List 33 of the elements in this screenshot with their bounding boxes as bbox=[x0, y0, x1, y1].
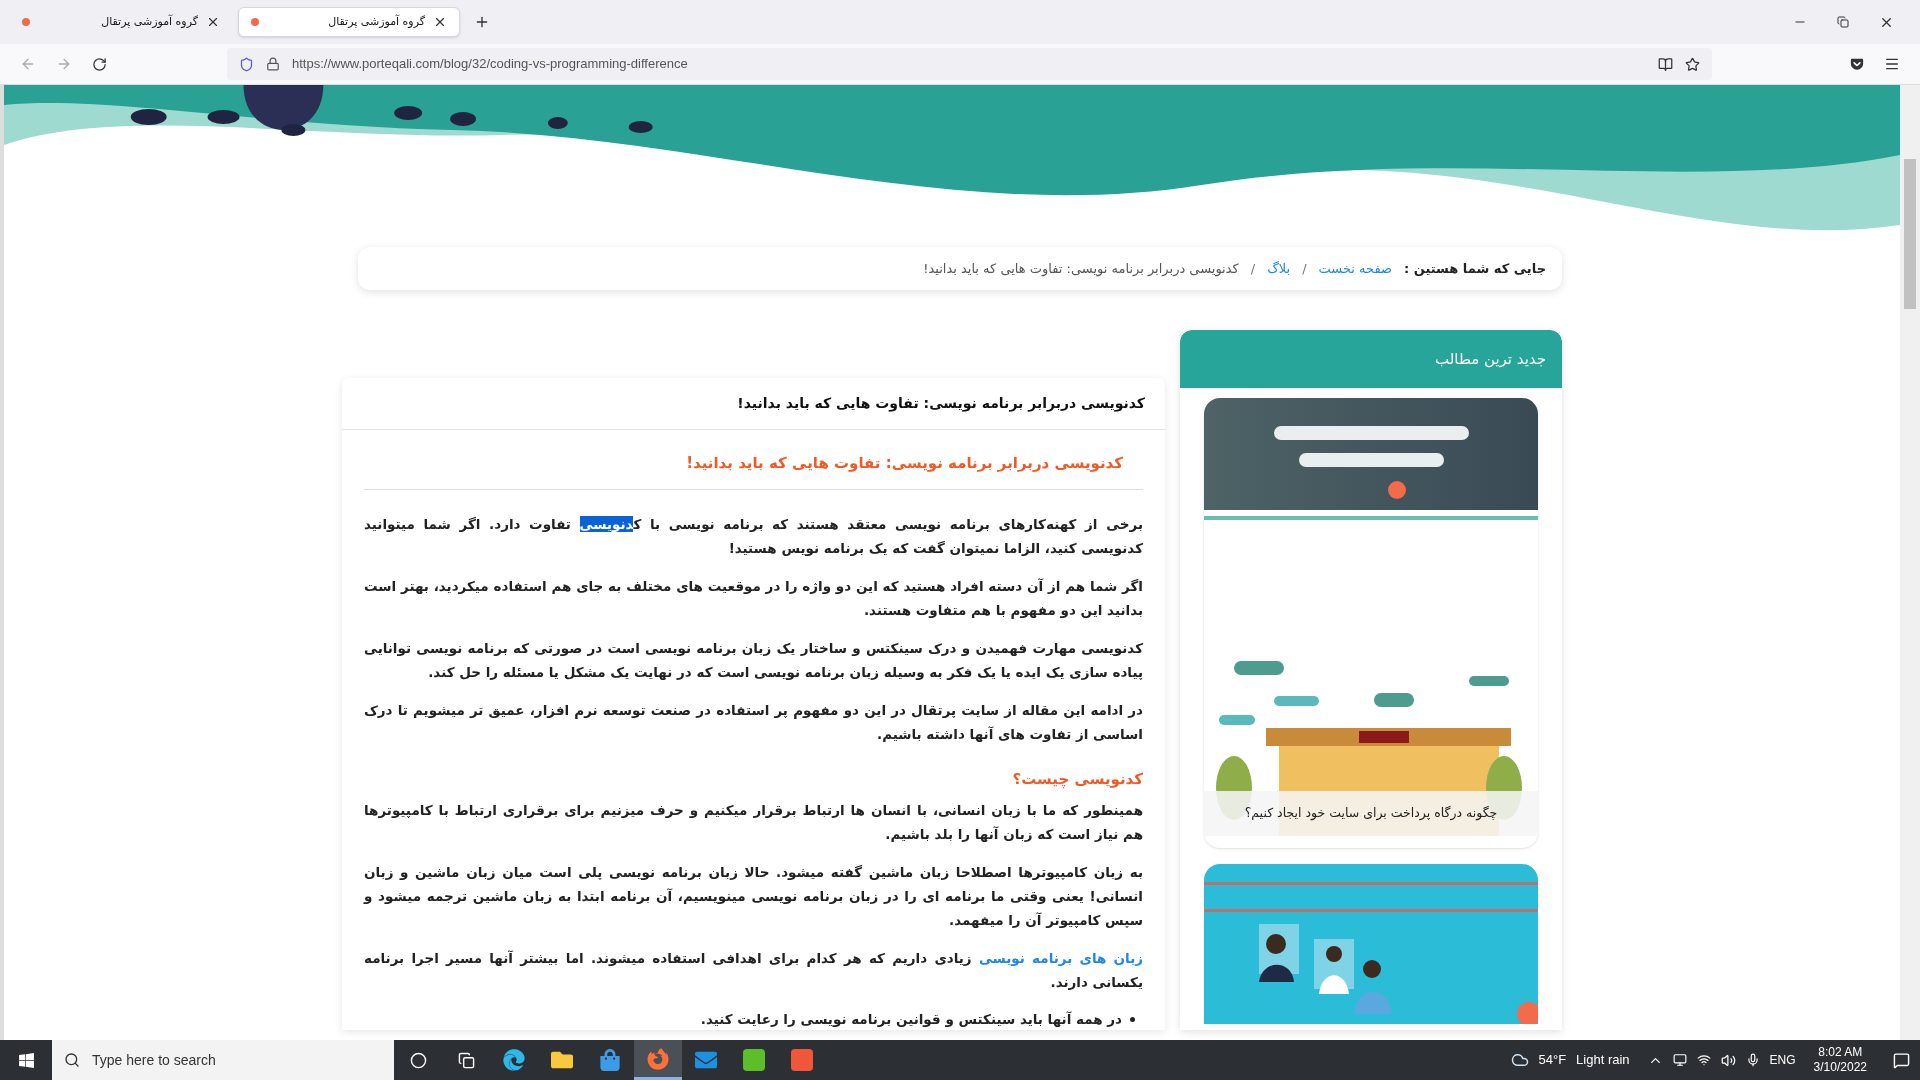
clock-date: 3/10/2022 bbox=[1813, 1060, 1867, 1075]
address-field[interactable]: https://www.porteqali.com/blog/32/coding-vs-programming-difference bbox=[227, 48, 1712, 80]
taskbar-search-field[interactable]: Type here to search bbox=[52, 1040, 394, 1080]
language-indicator[interactable]: ENG bbox=[1769, 1051, 1796, 1069]
post-caption: چگونه درگاه پرداخت برای سایت خود ایجاد کنیم؟ bbox=[1244, 804, 1498, 823]
breadcrumb-label: جایی که شما هستین : bbox=[1404, 259, 1546, 278]
browser-tab[interactable]: گروه آموزشی پرتقال bbox=[238, 7, 460, 37]
breadcrumb-link[interactable]: صفحه نخست bbox=[1318, 258, 1393, 279]
sidebar-title: جدید ترین مطالب bbox=[1435, 348, 1546, 370]
breadcrumb-link[interactable]: بلاگ bbox=[1267, 258, 1291, 279]
article-link[interactable]: زبان های برنامه نویسی bbox=[978, 950, 1143, 966]
section-heading: کدنویسی چیست؟ bbox=[1011, 768, 1143, 790]
article-paragraph: به زبان کامپیوترها اصطلاحا زبان ماشین گفته میشود. حالا زبان برنامه نویسی پلی است میان زبان ماشین و زبان انسانی! یعنی وقتی ما برنامه ای را در زبان برنامه نویسی مینویسیم، آن برنامه ابتدا به زبان ماشین ترجمه میشود و سپس کامپیوتر آن را میفهمد. bbox=[364, 863, 1143, 930]
url-text: https://www.porteqali.com/blog/32/coding-vs-programming-difference bbox=[292, 55, 689, 74]
breadcrumb-separator: / bbox=[1302, 259, 1307, 278]
list-item: در همه آنها باید سینکتس و قوانین برنامه نویسی را رعایت کنید. bbox=[700, 1010, 1122, 1029]
browser-tab[interactable]: گروه آموزشی پرتقال bbox=[10, 7, 232, 37]
tab-title: گروه آموزشی پرتقال bbox=[327, 13, 425, 30]
article-heading: کدنویسی دربرابر برنامه نویسی: تفاوت هایی که باید بدانید! bbox=[685, 453, 1124, 474]
weather-text: Light rain bbox=[1576, 1051, 1630, 1070]
breadcrumb-current: کدنویسی دربرابر برنامه نویسی: تفاوت هایی که باید بدانید! bbox=[923, 259, 1239, 279]
article-paragraph: زبان های برنامه نویسی زیادی داریم که هر کدام برای اهدافی استفاده میشوند. اما بیشتر آنها مسیر اجرا برنامه یکسانی دارند. bbox=[364, 949, 1143, 992]
temperature-text: 54°F bbox=[1538, 1051, 1567, 1070]
post-card[interactable]: چگونه درگاه پرداخت برای سایت خود ایجاد کنیم؟ bbox=[1204, 398, 1538, 848]
article-paragraph: در ادامه این مقاله از سایت پرتقال در این دو مفهوم پر استفاده در صنعت توسعه نرم افزار، عمیق تر میشویم تا درک اساسی از تفاوت های آنها داشته باشیم. bbox=[364, 700, 1143, 744]
clock-time: 8:02 AM bbox=[1818, 1045, 1863, 1060]
article-paragraph: کدنویسی مهارت فهمیدن و درک سینکتس و ساختار یک زبان برنامه نویسی است در صورتی که برنامه نویسی توانایی پیاده سازی یک ایده یا یک فکر به وسیله زبان برنامه نویسی است که در نهایت یک مشکل یا مسئله را حل کند. bbox=[364, 638, 1143, 682]
article-title: کدنویسی دربرابر برنامه نویسی: تفاوت هایی که باید بدانید! bbox=[737, 394, 1145, 414]
article-paragraph: اگر شما هم از آن دسته افراد هستید که این دو واژه را در موقعیت های مختلف به جای هم استفاده میکردید، بهتر است بدانید این دو مفهوم با هم متفاوت هستند. bbox=[364, 576, 1143, 621]
search-placeholder: Type here to search bbox=[92, 1050, 216, 1070]
article-paragraph: همینطور که ما با زبان انسانی، با انسان ها ارتباط برقرار میکنیم و حرف میزنیم برای برقراری ارتباط با کامپیوترها هم نیاز است که زبان آنها را بلد باشیم. bbox=[364, 801, 1143, 844]
breadcrumb-separator: / bbox=[1250, 259, 1256, 278]
tab-title: گروه آموزشی پرتقال bbox=[100, 13, 198, 30]
